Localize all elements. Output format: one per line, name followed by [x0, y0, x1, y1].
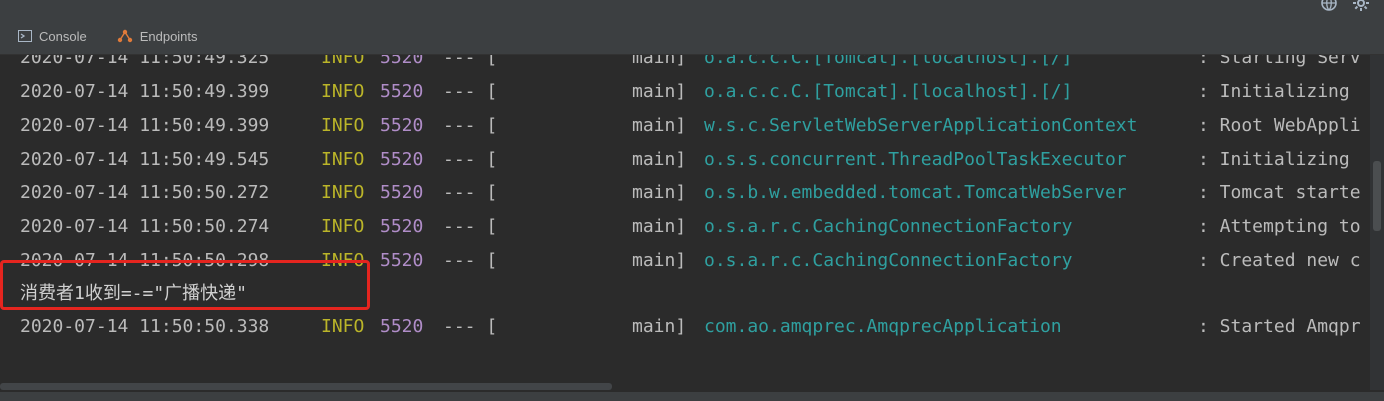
- console-icon: [18, 29, 32, 43]
- log-thread: main]: [632, 55, 687, 68]
- log-message: : Tomcat starte: [1198, 182, 1361, 203]
- log-thread: main]: [632, 115, 687, 136]
- log-separator: --- [: [443, 149, 498, 170]
- log-message: : Initializing: [1198, 81, 1350, 102]
- vertical-scrollbar[interactable]: [1370, 55, 1384, 390]
- log-level: INFO: [321, 115, 365, 136]
- log-line: 2020-07-14 11:50:50.338 INFO 5520 --- [ …: [20, 310, 1361, 344]
- log-logger: o.s.a.r.c.CachingConnectionFactory: [704, 250, 1073, 271]
- log-timestamp: 2020-07-14 11:50:50.274: [20, 216, 270, 237]
- log-separator: --- [: [443, 55, 498, 68]
- log-message: : Attempting to: [1198, 216, 1361, 237]
- log-timestamp: 2020-07-14 11:50:49.545: [20, 149, 270, 170]
- log-logger: o.a.c.c.C.[Tomcat].[localhost].[/]: [704, 55, 1073, 68]
- log-line: 2020-07-14 11:50:49.399 INFO 5520 --- [ …: [20, 75, 1350, 109]
- tab-console-label: Console: [39, 28, 87, 44]
- log-logger: com.ao.amqprec.AmqprecApplication: [704, 316, 1062, 337]
- log-thread: main]: [632, 316, 687, 337]
- log-timestamp: 2020-07-14 11:50:49.399: [20, 115, 270, 136]
- log-thread: main]: [632, 182, 687, 203]
- log-level: INFO: [321, 149, 365, 170]
- globe-icon[interactable]: [1320, 0, 1338, 17]
- highlight-box: [0, 260, 370, 310]
- tab-console[interactable]: Console: [0, 18, 99, 54]
- log-timestamp: 2020-07-14 11:50:50.338: [20, 316, 270, 337]
- log-logger: o.s.a.r.c.CachingConnectionFactory: [704, 216, 1073, 237]
- top-toolbar: [0, 0, 1384, 18]
- log-timestamp: 2020-07-14 11:50:49.325: [20, 55, 270, 68]
- vertical-scrollbar-thumb[interactable]: [1373, 161, 1381, 231]
- horizontal-scrollbar-thumb[interactable]: [0, 383, 612, 390]
- log-level: INFO: [321, 55, 365, 68]
- log-line: 2020-07-14 11:50:49.325 INFO 5520 --- [ …: [20, 55, 1361, 75]
- log-separator: --- [: [443, 250, 498, 271]
- log-thread: main]: [632, 250, 687, 271]
- log-thread: main]: [632, 81, 687, 102]
- log-thread: main]: [632, 216, 687, 237]
- log-pid: 5520: [380, 316, 424, 337]
- tab-endpoints[interactable]: Endpoints: [99, 18, 210, 54]
- gear-icon[interactable]: [1352, 0, 1370, 17]
- log-logger: o.s.b.w.embedded.tomcat.TomcatWebServer: [704, 182, 1127, 203]
- log-pid: 5520: [380, 115, 424, 136]
- log-message: : Root WebAppli: [1198, 115, 1361, 136]
- log-timestamp: 2020-07-14 11:50:49.399: [20, 81, 270, 102]
- log-separator: --- [: [443, 316, 498, 337]
- log-logger: o.a.c.c.C.[Tomcat].[localhost].[/]: [704, 81, 1073, 102]
- bottom-edge: [0, 392, 1384, 401]
- console-output[interactable]: 2020-07-14 11:50:49.325 INFO 5520 --- [ …: [0, 55, 1370, 380]
- log-logger: o.s.s.concurrent.ThreadPoolTaskExecutor: [704, 149, 1127, 170]
- log-line: 2020-07-14 11:50:49.399 INFO 5520 --- [ …: [20, 109, 1361, 143]
- log-pid: 5520: [380, 149, 424, 170]
- log-pid: 5520: [380, 182, 424, 203]
- endpoints-icon: [117, 28, 133, 44]
- log-pid: 5520: [380, 216, 424, 237]
- log-message: : Starting Serv: [1198, 55, 1361, 68]
- log-separator: --- [: [443, 216, 498, 237]
- log-line: 2020-07-14 11:50:50.274 INFO 5520 --- [ …: [20, 210, 1361, 244]
- log-pid: 5520: [380, 55, 424, 68]
- log-timestamp: 2020-07-14 11:50:50.272: [20, 182, 270, 203]
- log-pid: 5520: [380, 250, 424, 271]
- log-level: INFO: [321, 81, 365, 102]
- log-level: INFO: [321, 216, 365, 237]
- horizontal-scrollbar[interactable]: [0, 380, 1370, 392]
- log-separator: --- [: [443, 182, 498, 203]
- log-message: : Started Amqpr: [1198, 316, 1361, 337]
- log-logger: w.s.c.ServletWebServerApplicationContext: [704, 115, 1138, 136]
- log-message: : Created new c: [1198, 250, 1361, 271]
- log-message: : Initializing: [1198, 149, 1350, 170]
- log-level: INFO: [321, 182, 365, 203]
- log-separator: --- [: [443, 115, 498, 136]
- log-line: 2020-07-14 11:50:50.272 INFO 5520 --- [ …: [20, 176, 1361, 210]
- tab-endpoints-label: Endpoints: [139, 28, 198, 44]
- log-separator: --- [: [443, 81, 498, 102]
- top-icons: [1320, 0, 1370, 17]
- log-level: INFO: [321, 316, 365, 337]
- log-line: 2020-07-14 11:50:49.545 INFO 5520 --- [ …: [20, 143, 1350, 177]
- log-thread: main]: [632, 149, 687, 170]
- log-pid: 5520: [380, 81, 424, 102]
- tool-window-tabs: Console Endpoints: [0, 18, 1384, 55]
